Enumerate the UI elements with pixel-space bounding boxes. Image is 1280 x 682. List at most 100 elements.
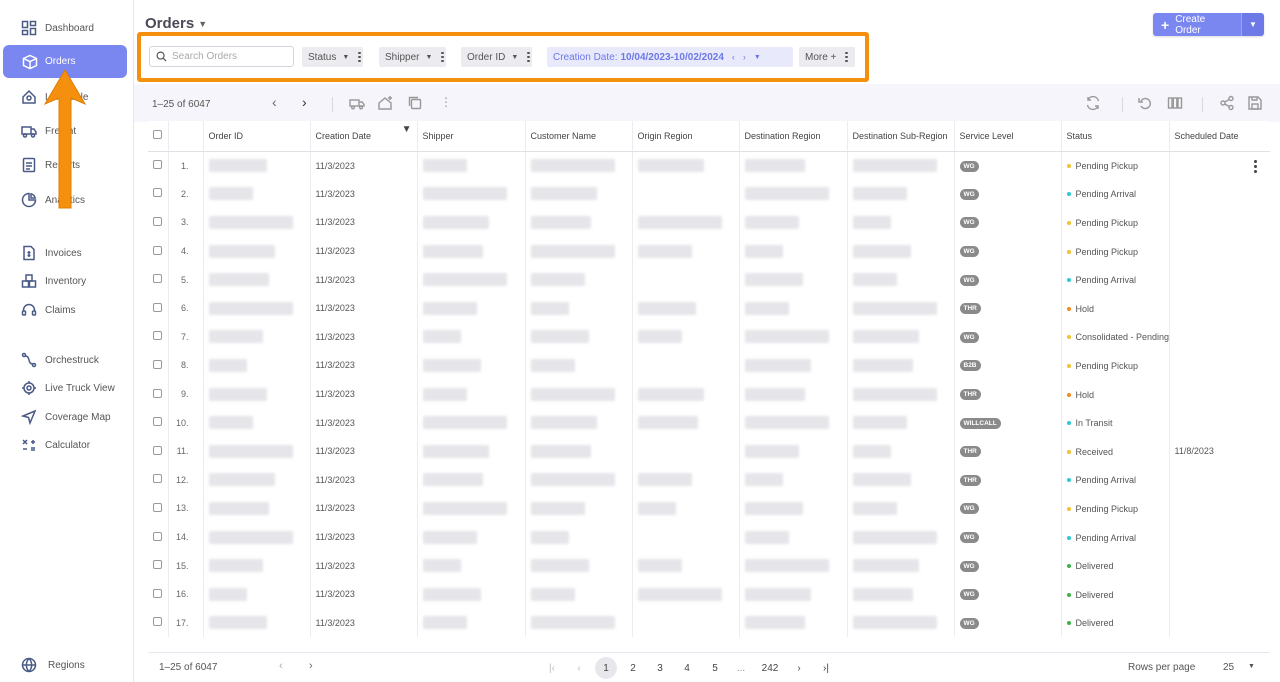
row-checkbox[interactable] <box>153 474 162 484</box>
page-button-5[interactable]: 5 <box>704 657 726 679</box>
column-header-order-id[interactable]: Order ID <box>203 121 311 152</box>
row-actions-icon[interactable] <box>1254 160 1258 173</box>
row-checkbox[interactable] <box>153 359 162 369</box>
columns-icon[interactable] <box>1167 95 1183 114</box>
table-row[interactable]: 9. 11/3/2023 THR Hold <box>148 379 1270 409</box>
refresh-icon[interactable] <box>1085 95 1101 114</box>
save-icon[interactable] <box>1247 95 1263 114</box>
sidebar-item-live-truck-view[interactable]: Live Truck View <box>0 374 134 402</box>
row-checkbox[interactable] <box>153 188 162 198</box>
chevron-left-icon[interactable]: ‹ <box>732 52 735 62</box>
page-button-3[interactable]: 3 <box>649 657 671 679</box>
chevron-right-icon[interactable]: › <box>302 94 307 110</box>
status-filter[interactable]: Status ▼ <box>302 47 364 67</box>
column-header-creation-date[interactable]: Creation Date ▼ <box>310 121 418 152</box>
chevron-down-icon[interactable]: ▼ <box>1248 663 1255 670</box>
sidebar-item-regions[interactable]: Regions <box>0 651 134 679</box>
sort-desc-icon[interactable]: ▼ <box>402 124 412 135</box>
table-row[interactable]: 13. 11/3/2023 WG Pending Pickup <box>148 494 1270 523</box>
row-checkbox[interactable] <box>153 331 162 341</box>
first-page-icon[interactable]: |‹ <box>541 657 563 679</box>
sidebar-item-claims[interactable]: Claims <box>0 296 134 324</box>
more-filters-button[interactable]: More + <box>799 47 855 67</box>
table-row[interactable]: 4. 11/3/2023 WG Pending Pickup <box>148 236 1270 266</box>
table-row[interactable]: 1. 11/3/2023 WG Pending Pickup <box>148 151 1270 180</box>
row-checkbox[interactable] <box>153 302 162 312</box>
table-row[interactable]: 7. 11/3/2023 WG Consolidated - Pending <box>148 322 1270 352</box>
table-row[interactable]: 16. 11/3/2023 WG Delivered <box>148 579 1270 609</box>
home-add-icon[interactable] <box>377 95 393 114</box>
table-row[interactable]: 3. 11/3/2023 WG Pending Pickup <box>148 208 1270 237</box>
truck-action-icon[interactable] <box>349 95 365 114</box>
shipper-filter[interactable]: Shipper ▼ <box>379 47 447 67</box>
row-checkbox[interactable] <box>153 560 162 570</box>
create-order-dropdown-button[interactable]: ▼ <box>1241 13 1264 36</box>
chevron-right-icon[interactable]: › <box>309 660 313 672</box>
sidebar-item-orchestruck[interactable]: Orchestruck <box>0 346 134 374</box>
sidebar-item-analytics[interactable]: Analytics <box>0 186 134 214</box>
column-header-origin-region[interactable]: Origin Region <box>632 121 740 152</box>
share-icon[interactable] <box>1219 95 1235 114</box>
table-row[interactable]: 12. 11/3/2023 THR Pending Arrival <box>148 465 1270 495</box>
row-checkbox[interactable] <box>153 617 162 627</box>
column-header-status[interactable]: Status <box>1061 121 1170 152</box>
table-row[interactable]: 15. 11/3/2023 WG Delivered <box>148 551 1270 580</box>
next-page-icon[interactable]: › <box>788 657 810 679</box>
column-header-service-level[interactable]: Service Level <box>954 121 1062 152</box>
chevron-left-icon[interactable]: ‹ <box>272 94 277 110</box>
row-checkbox[interactable] <box>153 445 162 455</box>
table-row[interactable]: 2. 11/3/2023 WG Pending Arrival <box>148 179 1270 209</box>
page-button-4[interactable]: 4 <box>676 657 698 679</box>
rows-per-page-select[interactable]: 25 <box>1223 662 1234 673</box>
page-title[interactable]: Orders ▼ <box>145 15 207 32</box>
kebab-menu-icon[interactable] <box>842 51 850 63</box>
row-checkbox[interactable] <box>153 417 162 427</box>
row-checkbox[interactable] <box>153 588 162 598</box>
more-vertical-icon[interactable]: ⋮ <box>440 95 452 109</box>
chevron-down-icon[interactable]: ▼ <box>754 54 761 61</box>
table-row[interactable]: 17. 11/3/2023 WG Delivered <box>148 608 1270 638</box>
row-checkbox[interactable] <box>153 245 162 255</box>
order-id-filter[interactable]: Order ID ▼ <box>461 47 533 67</box>
sidebar-item-calculator[interactable]: Calculator <box>0 431 134 459</box>
row-checkbox[interactable] <box>153 502 162 512</box>
table-row[interactable]: 8. 11/3/2023 B2B Pending Pickup <box>148 351 1270 380</box>
kebab-menu-icon[interactable] <box>524 51 532 63</box>
sidebar-item-orders[interactable]: Orders <box>3 45 127 78</box>
table-row[interactable]: 11. 11/3/2023 THR Received 11/8/2023 <box>148 436 1270 466</box>
select-all-checkbox[interactable] <box>153 130 162 140</box>
sidebar-item-freight[interactable]: Freight <box>0 117 134 145</box>
row-checkbox[interactable] <box>153 160 162 170</box>
sidebar-item-dashboard[interactable]: Dashboard <box>0 14 134 42</box>
prev-page-icon[interactable]: ‹ <box>568 657 590 679</box>
column-header-customer-name[interactable]: Customer Name <box>525 121 633 152</box>
sidebar-item-inventory[interactable]: Inventory <box>0 267 134 295</box>
row-checkbox[interactable] <box>153 216 162 226</box>
table-row[interactable]: 5. 11/3/2023 WG Pending Arrival <box>148 265 1270 294</box>
last-page-icon[interactable]: ›| <box>815 657 837 679</box>
sidebar-item-linehaule[interactable]: Linehaule <box>0 83 134 111</box>
kebab-menu-icon[interactable] <box>355 51 363 63</box>
search-input[interactable] <box>172 51 282 62</box>
column-header-shipper[interactable]: Shipper <box>417 121 526 152</box>
row-checkbox[interactable] <box>153 388 162 398</box>
kebab-menu-icon[interactable] <box>438 51 446 63</box>
table-row[interactable]: 14. 11/3/2023 WG Pending Arrival <box>148 522 1270 552</box>
table-row[interactable]: 6. 11/3/2023 THR Hold <box>148 293 1270 323</box>
column-header-destination-region[interactable]: Destination Region <box>739 121 848 152</box>
column-header-destination-sub-region[interactable]: Destination Sub-Region <box>847 121 955 152</box>
sidebar-item-coverage-map[interactable]: Coverage Map <box>0 403 134 431</box>
column-header-scheduled-date[interactable]: Scheduled Date <box>1169 121 1270 152</box>
copy-icon[interactable] <box>407 95 423 114</box>
create-order-button[interactable]: + Create Order <box>1153 13 1241 36</box>
row-checkbox[interactable] <box>153 274 162 284</box>
sidebar-item-invoices[interactable]: Invoices <box>0 239 134 267</box>
page-button-2[interactable]: 2 <box>622 657 644 679</box>
page-button-1[interactable]: 1 <box>595 657 617 679</box>
table-row[interactable]: 10. 11/3/2023 WILLCALL In Transit <box>148 408 1270 437</box>
creation-date-filter[interactable]: Creation Date: 10/04/2023-10/02/2024 ‹ ›… <box>547 47 793 67</box>
chevron-right-icon[interactable]: › <box>743 52 746 62</box>
row-checkbox[interactable] <box>153 531 162 541</box>
page-button-last[interactable]: 242 <box>759 657 781 679</box>
chevron-left-icon[interactable]: ‹ <box>279 660 283 672</box>
